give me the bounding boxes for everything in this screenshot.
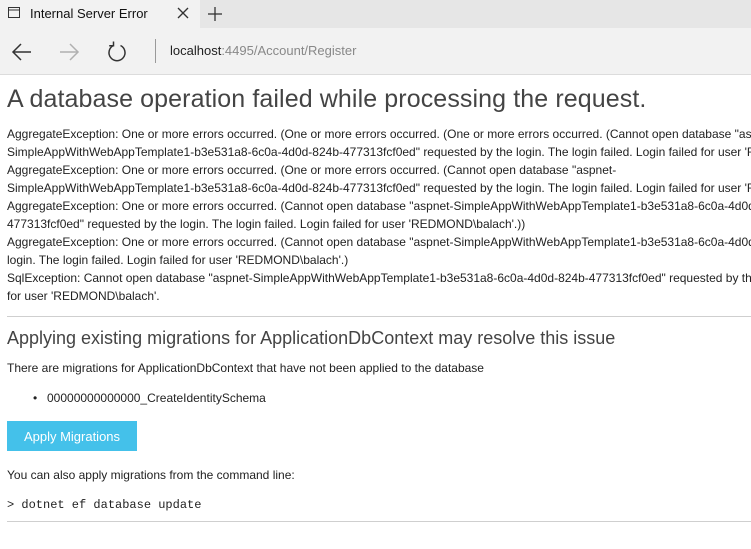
new-tab-icon[interactable] bbox=[205, 4, 225, 24]
address-bar[interactable]: localhost:4495/Account/Register bbox=[170, 43, 356, 58]
section-divider bbox=[7, 316, 751, 317]
section-divider bbox=[7, 521, 751, 522]
page-icon bbox=[8, 7, 20, 18]
navigation-bar: localhost:4495/Account/Register bbox=[0, 28, 751, 75]
migrations-heading: Applying existing migrations for Applica… bbox=[7, 328, 616, 348]
error-line: AggregateException: One or more errors o… bbox=[7, 127, 751, 141]
cli-instructions: You can also apply migrations from the c… bbox=[7, 468, 295, 482]
error-line: AggregateException: One or more errors o… bbox=[7, 235, 751, 249]
migrations-description: There are migrations for ApplicationDbCo… bbox=[7, 361, 484, 375]
error-line: SimpleAppWithWebAppTemplate1-b3e531a8-6c… bbox=[7, 145, 751, 159]
page-content: A database operation failed while proces… bbox=[0, 75, 751, 549]
migrations-list: • 00000000000000_CreateIdentitySchema bbox=[30, 391, 266, 405]
error-line: 477313fcf0ed" requested by the login. Th… bbox=[7, 217, 526, 231]
cli-command: > dotnet ef database update bbox=[7, 498, 202, 512]
error-line: SimpleAppWithWebAppTemplate1-b3e531a8-6c… bbox=[7, 181, 751, 195]
page-title: A database operation failed while proces… bbox=[7, 85, 647, 113]
error-details: AggregateException: One or more errors o… bbox=[7, 125, 751, 305]
address-divider bbox=[155, 39, 156, 63]
error-line: AggregateException: One or more errors o… bbox=[7, 199, 751, 213]
close-tab-icon[interactable] bbox=[174, 4, 192, 22]
error-line: for user 'REDMOND\balach'. bbox=[7, 289, 160, 303]
address-path: :4495/Account/Register bbox=[221, 43, 357, 58]
migration-name: 00000000000000_CreateIdentitySchema bbox=[47, 391, 266, 405]
address-host: localhost bbox=[170, 43, 222, 58]
migration-item: • 00000000000000_CreateIdentitySchema bbox=[30, 391, 266, 405]
refresh-icon[interactable] bbox=[104, 39, 130, 65]
error-line: SqlException: Cannot open database "aspn… bbox=[7, 271, 751, 285]
tab-strip: Internal Server Error bbox=[0, 0, 751, 28]
browser-tab[interactable]: Internal Server Error bbox=[0, 0, 200, 28]
tab-title: Internal Server Error bbox=[30, 6, 148, 21]
error-line: AggregateException: One or more errors o… bbox=[7, 163, 617, 177]
error-line: login. The login failed. Login failed fo… bbox=[7, 253, 349, 267]
apply-migrations-button[interactable]: Apply Migrations bbox=[7, 421, 137, 451]
forward-arrow-icon[interactable] bbox=[56, 39, 82, 65]
bullet-icon: • bbox=[33, 391, 38, 405]
back-arrow-icon[interactable] bbox=[9, 39, 35, 65]
